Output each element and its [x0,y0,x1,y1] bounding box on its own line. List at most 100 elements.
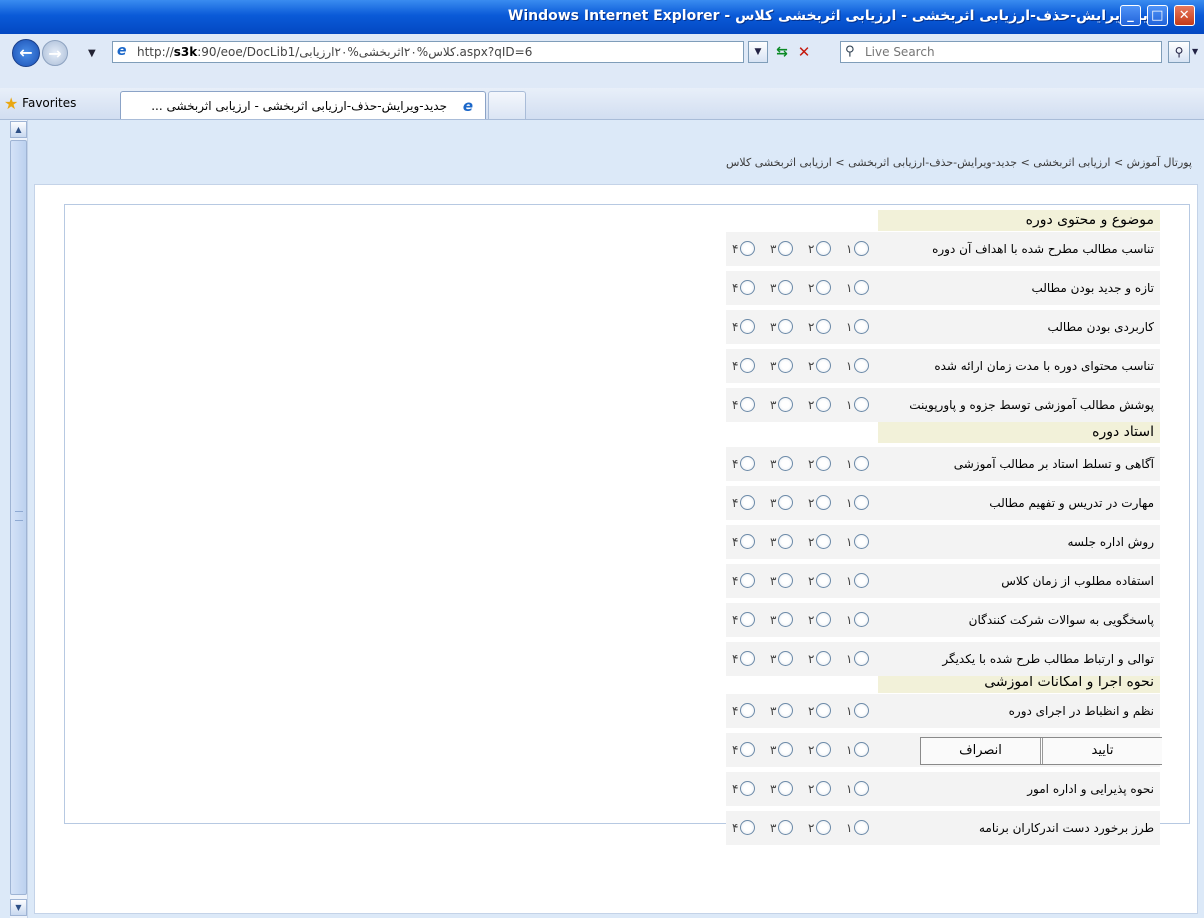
radio-button[interactable] [854,456,869,471]
radio-button[interactable] [778,651,793,666]
radio-button[interactable] [854,703,869,718]
radio-button[interactable] [740,358,755,373]
question-label: کاربردی بودن مطالب [878,310,1160,344]
radio-button[interactable] [854,495,869,510]
radio-button[interactable] [778,456,793,471]
radio-button[interactable] [740,612,755,627]
radio-button[interactable] [854,319,869,334]
radio-button[interactable] [740,241,755,256]
radio-button[interactable] [778,280,793,295]
maximize-button[interactable]: □ [1146,5,1168,26]
radio-button[interactable] [740,280,755,295]
rating-number: ۳ [770,613,777,627]
radio-button[interactable] [816,495,831,510]
close-button[interactable]: ✕ [1173,5,1195,26]
radio-button[interactable] [854,358,869,373]
rating-number: ۴ [732,281,739,295]
radio-button[interactable] [740,397,755,412]
radio-button[interactable] [778,358,793,373]
scroll-thumb[interactable] [10,140,27,895]
radio-button[interactable] [778,534,793,549]
radio-button[interactable] [816,651,831,666]
radio-button[interactable] [778,495,793,510]
radio-button[interactable] [778,781,793,796]
minimize-button[interactable]: _ [1120,5,1141,26]
rating-number: ۱ [846,652,853,666]
search-options-icon[interactable]: ▼ [1192,41,1202,63]
radio-button[interactable] [816,280,831,295]
radio-button[interactable] [816,703,831,718]
radio-button[interactable] [816,820,831,835]
rating-options: ۴ ۳ ۲ ۱ [726,564,878,598]
radio-button[interactable] [816,397,831,412]
radio-button[interactable] [816,573,831,588]
refresh-icon[interactable]: ⇆ [772,41,792,63]
radio-button[interactable] [778,397,793,412]
cancel-button[interactable]: انصراف [921,738,1041,764]
radio-button[interactable] [816,742,831,757]
radio-button[interactable] [778,573,793,588]
radio-button[interactable] [778,241,793,256]
radio-button[interactable] [816,612,831,627]
radio-button[interactable] [854,651,869,666]
scroll-up-icon[interactable]: ▲ [10,121,27,138]
address-bar[interactable]: e http://s3k:90/eoe/DocLib1/کلاس%۲۰اثربخ… [112,41,744,63]
tab-current[interactable]: e جدید-ویرایش-حذف-ارزیابی اثربخشی - ارزی… [120,91,486,119]
rating-options: ۴ ۳ ۲ ۱ [726,447,878,481]
question-label: تناسب محتوای دوره با مدت زمان ارائه شده [878,349,1160,383]
address-toolbar: ← → ▼ e http://s3k:90/eoe/DocLib1/کلاس%۲… [0,34,1204,88]
radio-button[interactable] [854,781,869,796]
radio-button[interactable] [816,358,831,373]
radio-button[interactable] [778,612,793,627]
question-label: استفاده مطلوب از زمان کلاس [878,564,1160,598]
radio-button[interactable] [778,703,793,718]
radio-button[interactable] [740,573,755,588]
stop-icon[interactable]: ✕ [794,41,814,63]
radio-button[interactable] [854,612,869,627]
forward-arrow-icon[interactable]: → [42,40,68,66]
vertical-scrollbar[interactable]: ▲ ▼ [10,120,28,918]
radio-button[interactable] [778,742,793,757]
radio-button[interactable] [854,534,869,549]
rating-number: ۱ [846,281,853,295]
address-dropdown-icon[interactable]: ▼ [748,41,768,63]
radio-button[interactable] [740,319,755,334]
radio-button[interactable] [854,820,869,835]
search-input[interactable] [863,44,1157,60]
radio-button[interactable] [740,703,755,718]
radio-button[interactable] [854,573,869,588]
radio-button[interactable] [816,319,831,334]
radio-button[interactable] [854,397,869,412]
star-icon: ★ [4,94,19,113]
radio-button[interactable] [854,241,869,256]
radio-button[interactable] [740,781,755,796]
address-url[interactable]: http://s3k:90/eoe/DocLib1/کلاس%۲۰اثربخشی… [137,45,532,59]
confirm-button[interactable]: تایید [1042,738,1162,764]
radio-button[interactable] [854,280,869,295]
radio-button[interactable] [778,319,793,334]
radio-button[interactable] [816,781,831,796]
search-box[interactable]: ⚲ [840,41,1162,63]
radio-button[interactable] [740,742,755,757]
radio-button[interactable] [778,820,793,835]
radio-button[interactable] [740,495,755,510]
scroll-down-icon[interactable]: ▼ [10,899,27,916]
back-arrow-icon[interactable]: ← [12,39,40,67]
rating-number: ۱ [846,743,853,757]
radio-button[interactable] [816,241,831,256]
radio-button[interactable] [740,820,755,835]
radio-button[interactable] [740,456,755,471]
new-tab-button[interactable] [488,91,526,119]
rating-number: ۳ [770,320,777,334]
radio-button[interactable] [740,651,755,666]
rating-number: ۱ [846,242,853,256]
breadcrumb[interactable]: پورتال آموزش > ارزیابی اثربخشی > جدید-وی… [726,156,1192,169]
search-button[interactable]: ⚲ [1168,41,1190,63]
radio-button[interactable] [816,534,831,549]
favorites-button[interactable]: ★ Favorites [4,94,76,113]
radio-button[interactable] [854,742,869,757]
rating-number: ۳ [770,359,777,373]
radio-button[interactable] [740,534,755,549]
radio-button[interactable] [816,456,831,471]
history-dropdown-icon[interactable]: ▼ [88,48,96,59]
